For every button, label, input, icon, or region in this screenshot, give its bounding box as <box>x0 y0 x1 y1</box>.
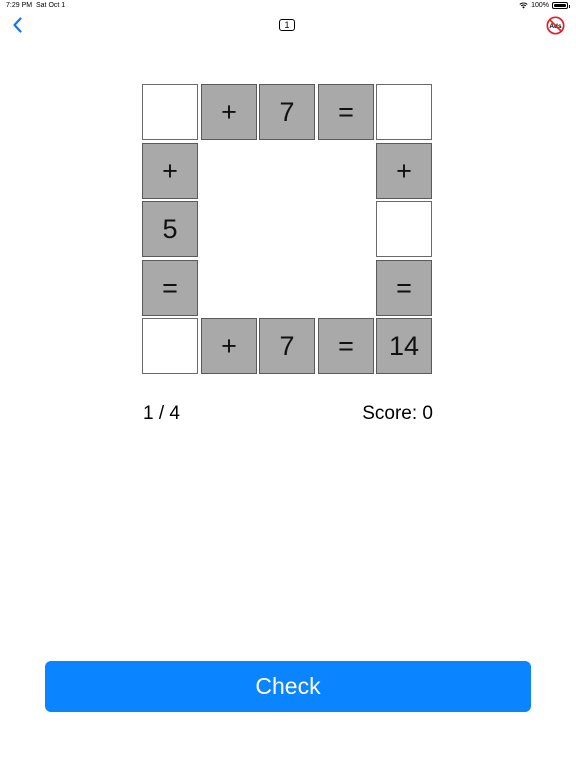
score-label: Score: 0 <box>362 403 433 424</box>
status-time: 7:29 PM <box>6 2 33 9</box>
no-ads-button[interactable]: Ads <box>546 16 565 35</box>
number-cell: 5 <box>142 201 198 257</box>
no-ads-icon: Ads <box>546 16 565 35</box>
equals-cell: = <box>142 260 198 316</box>
check-button-label: Check <box>255 673 321 699</box>
input-cell-right-middle[interactable] <box>376 201 432 257</box>
chevron-left-icon <box>13 17 22 33</box>
operator-cell: + <box>376 143 432 199</box>
number-cell: 7 <box>259 318 315 374</box>
input-cell-top-right[interactable] <box>376 84 432 140</box>
level-badge: 1 <box>279 19 295 31</box>
wifi-icon <box>519 2 528 9</box>
progress-label: 1 / 4 <box>143 403 180 424</box>
equals-cell: = <box>318 84 374 140</box>
battery-percent: 100% <box>531 2 549 9</box>
number-cell: 7 <box>259 84 315 140</box>
equals-cell: = <box>376 260 432 316</box>
equals-cell: = <box>318 318 374 374</box>
result-cell: 14 <box>376 318 432 374</box>
status-date: Sat Oct 1 <box>36 2 66 9</box>
battery-icon <box>552 2 570 9</box>
status-right: 100% <box>519 2 570 9</box>
puzzle-board: + 7 = + 5 = + = + 7 = 14 <box>142 84 434 376</box>
check-button[interactable]: Check <box>45 661 531 712</box>
operator-cell: + <box>201 84 257 140</box>
status-bar: 7:29 PM Sat Oct 1 100% <box>0 0 576 14</box>
input-cell-top-left[interactable] <box>142 84 198 140</box>
operator-cell: + <box>201 318 257 374</box>
operator-cell: + <box>142 143 198 199</box>
input-cell-bottom-left[interactable] <box>142 318 198 374</box>
back-button[interactable] <box>10 16 26 34</box>
